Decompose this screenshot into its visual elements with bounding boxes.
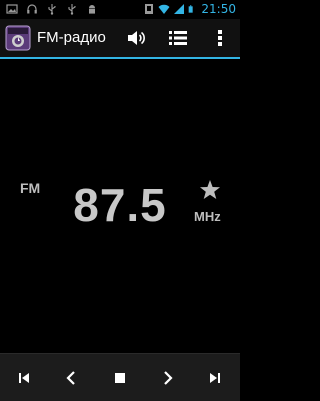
playback-controls <box>0 353 240 401</box>
star-icon[interactable] <box>198 178 222 202</box>
step-forward-icon[interactable] <box>158 368 178 388</box>
frequency-unit: MHz <box>194 209 221 224</box>
step-back-icon[interactable] <box>61 368 81 388</box>
seek-previous-icon[interactable] <box>14 368 34 388</box>
usb-icon <box>48 4 56 15</box>
status-right-icons: 21:50 <box>143 2 236 16</box>
gallery-icon <box>6 4 18 14</box>
frequency-display: 87.5 <box>73 179 167 231</box>
action-bar: FM-радио <box>0 19 240 59</box>
android-debug-icon <box>89 5 95 14</box>
headset-icon <box>27 4 37 14</box>
band-label: FM <box>20 180 41 196</box>
overflow-menu-icon[interactable] <box>209 27 231 49</box>
seek-next-icon[interactable] <box>205 368 225 388</box>
status-left-icons <box>6 3 98 15</box>
usb-icon <box>68 4 76 15</box>
page-title: FM-радио <box>37 29 106 46</box>
fm-radio-app-icon[interactable] <box>5 25 31 51</box>
stop-icon[interactable] <box>110 368 130 388</box>
volume-icon[interactable] <box>125 27 147 49</box>
list-icon[interactable] <box>167 27 189 49</box>
notification-icon <box>145 4 154 14</box>
battery-icon <box>189 5 194 13</box>
clock: 21:50 <box>201 2 236 16</box>
wifi-icon <box>158 4 170 14</box>
status-bar: 21:50 <box>0 0 240 19</box>
signal-icon <box>174 4 185 14</box>
